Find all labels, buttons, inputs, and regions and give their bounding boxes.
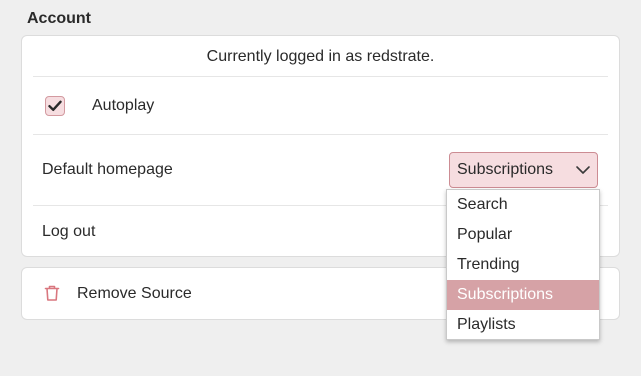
dropdown-option-popular[interactable]: Popular xyxy=(447,220,599,250)
dropdown-option-subscriptions[interactable]: Subscriptions xyxy=(447,280,599,310)
homepage-dropdown-menu: Search Popular Trending Subscriptions Pl… xyxy=(446,189,600,340)
settings-page: Account Currently logged in as redstrate… xyxy=(0,0,641,376)
login-status-text: Currently logged in as redstrate. xyxy=(206,48,435,65)
section-title: Account xyxy=(27,10,91,27)
autoplay-checkbox[interactable] xyxy=(45,96,65,116)
remove-source-label: Remove Source xyxy=(77,285,192,302)
login-status-row: Currently logged in as redstrate. xyxy=(33,36,608,77)
dropdown-option-playlists[interactable]: Playlists xyxy=(447,310,599,340)
trash-icon xyxy=(44,285,60,301)
autoplay-label: Autoplay xyxy=(92,97,155,114)
chevron-down-icon xyxy=(576,166,590,174)
autoplay-row[interactable]: Autoplay xyxy=(33,77,608,135)
default-homepage-select[interactable]: Subscriptions xyxy=(449,152,598,188)
checkmark-icon xyxy=(48,100,62,111)
select-value: Subscriptions xyxy=(457,161,554,178)
logout-link[interactable]: Log out xyxy=(42,206,95,257)
default-homepage-label: Default homepage xyxy=(42,161,173,178)
dropdown-option-trending[interactable]: Trending xyxy=(447,250,599,280)
dropdown-option-search[interactable]: Search xyxy=(447,190,599,220)
